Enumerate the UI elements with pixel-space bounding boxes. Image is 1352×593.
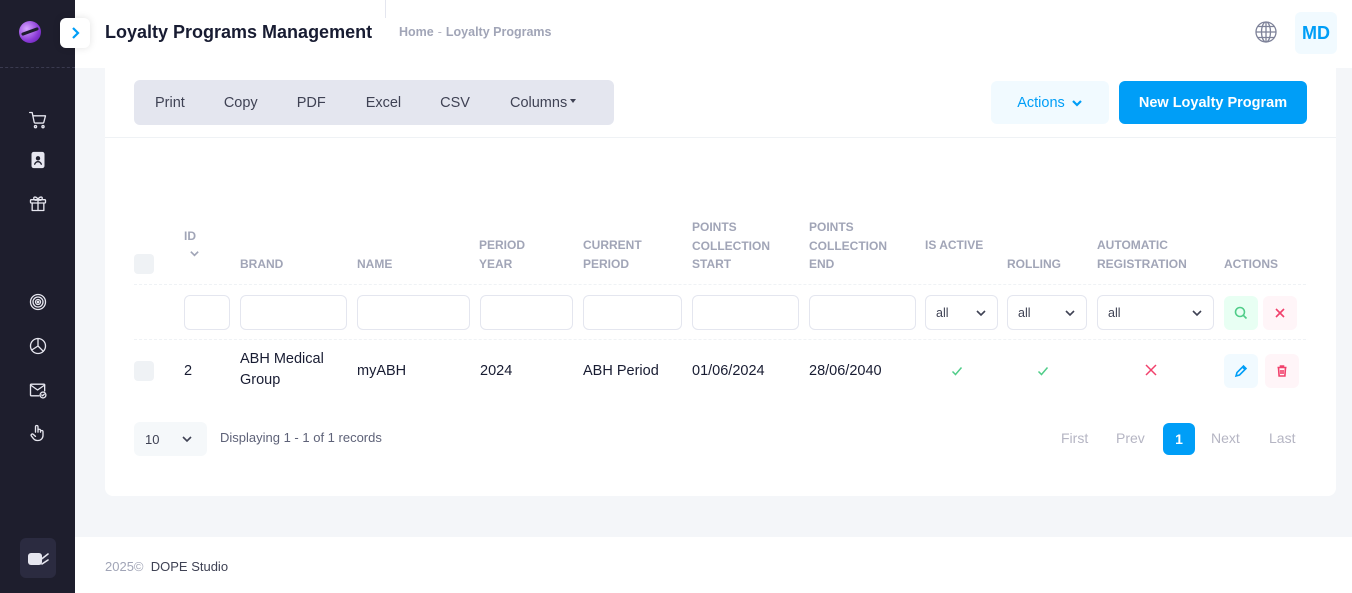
filter-divider <box>134 339 1306 340</box>
filter-name-input[interactable] <box>357 295 470 330</box>
column-header-id[interactable]: ID <box>184 227 200 259</box>
app-logo[interactable] <box>19 21 41 43</box>
cell-period-year: 2024 <box>480 363 513 379</box>
breadcrumb-home[interactable]: Home <box>399 25 434 39</box>
sort-chevron-down-icon[interactable] <box>189 248 200 259</box>
filter-id-input[interactable] <box>184 295 230 330</box>
column-header-is-active[interactable]: IS ACTIVE <box>925 236 985 255</box>
sidebar-divider <box>0 67 75 68</box>
select-all-checkbox[interactable] <box>134 254 154 274</box>
pagination-page-1[interactable]: 1 <box>1163 423 1195 455</box>
column-header-automatic-registration[interactable]: AUTOMATIC REGISTRATION <box>1097 236 1207 273</box>
breadcrumb-separator: - <box>437 25 442 39</box>
filter-points-start-input[interactable] <box>692 295 799 330</box>
columns-label: Columns <box>509 94 568 111</box>
copy-button[interactable]: Copy <box>185 95 258 111</box>
theme-toggle-icon[interactable] <box>20 538 56 578</box>
card-header-divider <box>105 137 1336 138</box>
footer-copyright: 2025© DOPE Studio <box>105 559 228 574</box>
filter-brand-input[interactable] <box>240 295 347 330</box>
per-page-select[interactable]: 10 <box>134 422 207 456</box>
pagination-prev[interactable]: Prev <box>1116 430 1145 446</box>
columns-button[interactable]: Columns <box>470 94 577 111</box>
print-button[interactable]: Print <box>134 95 185 111</box>
cart-icon[interactable] <box>26 108 50 132</box>
column-header-brand[interactable]: BRAND <box>240 255 283 274</box>
actions-label: Actions <box>1017 94 1065 111</box>
chevron-down-icon <box>1072 99 1082 107</box>
filter-current-period-input[interactable] <box>583 295 682 330</box>
pencil-icon <box>1234 364 1248 378</box>
top-header: Loyalty Programs Management Home - Loyalty… <box>60 0 1352 68</box>
column-header-points-end[interactable]: POINTS COLLECTION END <box>809 218 909 274</box>
header-divider <box>134 284 1306 285</box>
filter-is-active-select[interactable]: all <box>925 295 998 330</box>
new-loyalty-program-button[interactable]: New Loyalty Program <box>1119 81 1307 124</box>
breadcrumb-current: Loyalty Programs <box>445 25 552 39</box>
header-separator <box>385 0 386 18</box>
caret-down-icon <box>570 98 577 103</box>
row-checkbox[interactable] <box>134 361 154 381</box>
close-icon <box>1275 308 1285 318</box>
pdf-button[interactable]: PDF <box>258 95 326 111</box>
breadcrumb: Home - Loyalty Programs <box>399 25 552 39</box>
cell-current-period: ABH Period <box>583 363 659 379</box>
excel-button[interactable]: Excel <box>326 95 401 111</box>
apply-filter-button[interactable] <box>1224 296 1258 330</box>
footer-year: 2025© <box>105 559 144 574</box>
clear-filter-button[interactable] <box>1263 296 1297 330</box>
target-icon[interactable] <box>26 290 50 314</box>
records-info: Displaying 1 - 1 of 1 records <box>220 430 382 445</box>
pagination-first[interactable]: First <box>1061 430 1088 446</box>
filter-period-year-input[interactable] <box>480 295 573 330</box>
cell-points-start: 01/06/2024 <box>692 363 765 379</box>
column-header-period-year[interactable]: PERIOD YEAR <box>479 236 549 273</box>
chevron-down-icon <box>976 310 986 317</box>
chevron-down-icon <box>182 436 192 443</box>
hand-pointer-icon[interactable] <box>26 421 50 445</box>
id-badge-icon[interactable] <box>26 148 50 172</box>
actions-dropdown-button[interactable]: Actions <box>991 81 1109 124</box>
filter-auto-registration-select[interactable]: all <box>1097 295 1214 330</box>
delete-row-button[interactable] <box>1265 354 1299 388</box>
is-active-check-icon <box>950 364 964 378</box>
footer-company-link[interactable]: DOPE Studio <box>151 559 228 574</box>
gift-icon[interactable] <box>26 191 50 215</box>
column-header-rolling[interactable]: ROLLING <box>1007 255 1061 274</box>
csv-button[interactable]: CSV <box>401 95 470 111</box>
pagination-last[interactable]: Last <box>1269 430 1295 446</box>
cell-name: myABH <box>357 363 407 379</box>
edit-row-button[interactable] <box>1224 354 1258 388</box>
rolling-check-icon <box>1036 364 1050 378</box>
pie-chart-icon[interactable] <box>26 334 50 358</box>
loyalty-programs-card: Print Copy PDF Excel CSV Columns Actions… <box>105 68 1336 496</box>
export-button-group: Print Copy PDF Excel CSV Columns <box>134 80 614 125</box>
column-header-name[interactable]: NAME <box>357 255 392 274</box>
search-icon <box>1234 306 1248 320</box>
trash-icon <box>1277 365 1287 377</box>
column-header-actions: ACTIONS <box>1224 257 1278 271</box>
filter-points-end-input[interactable] <box>809 295 916 330</box>
auto-registration-cross-icon <box>1144 363 1158 377</box>
cell-brand: ABH Medical Group <box>240 351 324 388</box>
cell-points-end: 28/06/2040 <box>809 363 882 379</box>
sidebar <box>0 0 75 593</box>
chevron-down-icon <box>1192 310 1202 317</box>
chevron-right-icon <box>72 27 80 39</box>
cell-id: 2 <box>184 363 193 379</box>
column-header-points-start[interactable]: POINTS COLLECTION START <box>692 218 792 274</box>
chevron-down-icon <box>1065 310 1075 317</box>
filter-rolling-select[interactable]: all <box>1007 295 1087 330</box>
page-title: Loyalty Programs Management <box>105 22 373 42</box>
column-header-current-period[interactable]: CURRENT PERIOD <box>583 236 663 273</box>
page-footer: 2025© DOPE Studio <box>75 537 1352 593</box>
user-avatar[interactable]: MD <box>1295 12 1337 54</box>
sidebar-toggle-button[interactable] <box>60 18 90 48</box>
pagination-next[interactable]: Next <box>1211 430 1240 446</box>
mail-check-icon[interactable] <box>26 378 50 402</box>
language-globe-icon[interactable] <box>1254 20 1278 44</box>
